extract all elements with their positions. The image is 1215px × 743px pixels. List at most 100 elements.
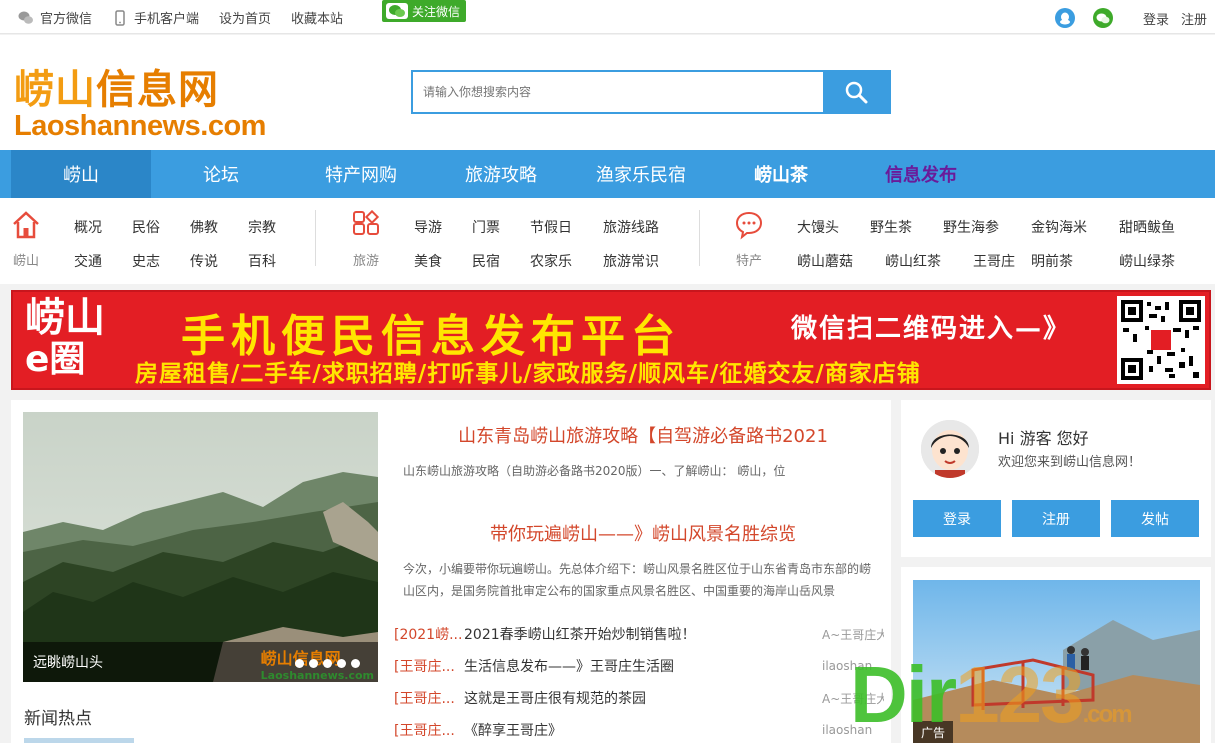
news-row[interactable]: [2021崂... 2021春季崂山红茶开始炒制销售啦！ A~王哥庄大 <box>394 618 884 650</box>
cat-link[interactable]: 史志 <box>132 251 190 271</box>
dir123-watermark: Dir123.com <box>850 650 1133 739</box>
slider-dots <box>295 659 360 668</box>
welcome-text: 欢迎您来到崂山信息网！ <box>998 455 1142 470</box>
chat-bubble-icon <box>735 211 763 240</box>
nav-homestay[interactable]: 渔家乐民宿 <box>571 150 711 198</box>
cat-link[interactable]: 百科 <box>248 251 306 271</box>
slider-dot[interactable] <box>323 659 332 668</box>
article-2: 带你玩遍崂山——》崂山风景名胜综览 今次，小编要带你玩遍崂山。先总体介绍下：崂山… <box>403 520 883 602</box>
cat-link[interactable]: 佛教 <box>190 217 248 237</box>
slider-dot[interactable] <box>295 659 304 668</box>
promo-banner[interactable]: 崂山 e圈 手机便民信息发布平台 房屋租售/二手车/求职招聘/打听事儿/家政服务… <box>11 290 1211 390</box>
nav-special-shop[interactable]: 特产网购 <box>291 150 431 198</box>
news-row[interactable]: [王哥庄... 《醉享王哥庄》 ilaoshan <box>394 714 884 743</box>
news-row[interactable]: [王哥庄... 这就是王哥庄很有规范的茶园 A~王哥庄大 <box>394 682 884 714</box>
cat-link[interactable]: 王哥庄 <box>973 251 1031 271</box>
top-register-link[interactable]: 注册 <box>1181 9 1207 28</box>
logo-en: Laoshannews.com <box>14 110 266 142</box>
article-1: 山东青岛崂山旅游攻略【自驾游必备路书2021 山东崂山旅游攻略（自助游必备路书2… <box>403 422 883 482</box>
cat-link[interactable]: 民俗 <box>132 217 190 237</box>
wechat-icon <box>386 3 408 19</box>
greeting: Hi 游客 您好 <box>998 429 1089 448</box>
news-author: A~王哥庄大 <box>822 627 884 642</box>
set-homepage-link[interactable]: 设为首页 <box>219 8 271 27</box>
mobile-client-label: 手机客户端 <box>134 12 200 27</box>
news-tag[interactable]: [王哥庄... <box>394 656 464 676</box>
article-title[interactable]: 带你玩遍崂山——》崂山风景名胜综览 <box>403 520 883 546</box>
photo-slider[interactable]: 远眺崂山头 崂山信息网 Laoshannews.com <box>23 412 378 682</box>
qr-code <box>1117 296 1205 384</box>
bookmark-link[interactable]: 收藏本站 <box>291 8 343 27</box>
main-content: 远眺崂山头 崂山信息网 Laoshannews.com 山东青岛崂山旅游攻略【自… <box>11 400 891 743</box>
cat-link[interactable]: 野生茶 <box>870 217 943 237</box>
news-title[interactable]: 生活信息发布——》王哥庄生活圈 <box>464 656 822 676</box>
search-input[interactable] <box>413 72 823 112</box>
cat-link[interactable]: 门票 <box>472 217 530 237</box>
category-special-icon-wrap[interactable]: 特产 <box>729 210 769 269</box>
logo-cn: 崂山信息网 <box>14 67 219 113</box>
news-title[interactable]: 这就是王哥庄很有规范的茶园 <box>464 688 822 708</box>
cat-link[interactable]: 导游 <box>414 217 472 237</box>
news-title[interactable]: 《醉享王哥庄》 <box>464 720 822 740</box>
divider <box>699 210 700 266</box>
user-panel: Hi 游客 您好 欢迎您来到崂山信息网！ 登录 注册 发帖 <box>901 400 1211 557</box>
top-login-link[interactable]: 登录 <box>1143 9 1169 28</box>
category-special-label: 特产 <box>735 254 762 269</box>
cat-link[interactable]: 民宿 <box>472 251 530 271</box>
site-logo[interactable]: 崂山信息网 Laoshannews.com <box>14 69 274 143</box>
official-wechat-link[interactable]: 官方微信 <box>18 8 92 27</box>
hot-news-heading: 新闻热点 <box>24 709 92 729</box>
wechat-login-icon[interactable] <box>1092 8 1113 28</box>
avatar <box>921 420 979 478</box>
cat-link[interactable]: 概况 <box>74 217 132 237</box>
article-title[interactable]: 山东青岛崂山旅游攻略【自驾游必备路书2021 <box>403 422 883 448</box>
cat-link[interactable]: 旅游常识 <box>603 251 673 271</box>
cat-link[interactable]: 农家乐 <box>530 251 603 271</box>
follow-wechat-label: 关注微信 <box>412 4 461 19</box>
news-list: [2021崂... 2021春季崂山红茶开始炒制销售啦！ A~王哥庄大 [王哥庄… <box>394 618 884 743</box>
cat-link[interactable]: 甜晒鲅鱼 <box>1119 217 1189 237</box>
post-button[interactable]: 发帖 <box>1111 500 1199 537</box>
banner-subtitle: 房屋租售/二手车/求职招聘/打听事儿/家政服务/顺风车/征婚交友/商家店铺 <box>135 361 921 387</box>
nav-post-info[interactable]: 信息发布 <box>851 150 991 198</box>
news-tag[interactable]: [2021崂... <box>394 624 464 644</box>
cat-link[interactable]: 传说 <box>190 251 248 271</box>
news-tag[interactable]: [王哥庄... <box>394 688 464 708</box>
cat-link[interactable]: 崂山绿茶 <box>1119 251 1189 271</box>
follow-wechat-button[interactable]: 关注微信 <box>382 0 466 22</box>
cat-link[interactable]: 崂山蘑菇 <box>797 251 885 271</box>
cat-link[interactable]: 崂山红茶 <box>885 251 973 271</box>
category-travel-label: 旅游 <box>352 254 379 269</box>
news-row[interactable]: [王哥庄... 生活信息发布——》王哥庄生活圈 ilaoshan <box>394 650 884 682</box>
cat-link[interactable]: 金钩海米 <box>1031 217 1119 237</box>
cat-link[interactable]: 美食 <box>414 251 472 271</box>
news-title[interactable]: 2021春季崂山红茶开始炒制销售啦！ <box>464 624 822 644</box>
cat-link[interactable]: 宗教 <box>248 217 306 237</box>
cat-link[interactable]: 节假日 <box>530 217 603 237</box>
qq-icon[interactable] <box>1054 8 1075 28</box>
cat-link[interactable]: 明前茶 <box>1031 251 1119 271</box>
nav-laoshan[interactable]: 崂山 <box>11 150 151 198</box>
news-tag[interactable]: [王哥庄... <box>394 720 464 740</box>
cat-link[interactable]: 交通 <box>74 251 132 271</box>
hot-news-thumb[interactable] <box>24 738 134 743</box>
slider-dot[interactable] <box>309 659 318 668</box>
nav-laoshan-tea[interactable]: 崂山茶 <box>711 150 851 198</box>
top-bar: 官方微信 手机客户端 设为首页 收藏本站 关注微信 登录 注册 <box>0 0 1215 34</box>
search-box <box>411 70 891 114</box>
slider-dot[interactable] <box>351 659 360 668</box>
register-button[interactable]: 注册 <box>1012 500 1100 537</box>
cat-link[interactable]: 大馒头 <box>797 217 870 237</box>
search-button[interactable] <box>823 72 889 112</box>
bookmark-label: 收藏本站 <box>291 12 344 27</box>
mobile-client-link[interactable]: 手机客户端 <box>112 8 199 27</box>
nav-travel-guide[interactable]: 旅游攻略 <box>431 150 571 198</box>
nav-forum[interactable]: 论坛 <box>151 150 291 198</box>
cat-link[interactable]: 野生海参 <box>943 217 1031 237</box>
slider-dot[interactable] <box>337 659 346 668</box>
cat-link[interactable]: 旅游线路 <box>603 217 673 237</box>
category-travel-icon-wrap[interactable]: 旅游 <box>346 209 386 269</box>
article-desc: 山东崂山旅游攻略（自助游必备路书2020版）一、了解崂山： 崂山，位 <box>403 464 786 478</box>
category-laoshan-icon-wrap[interactable]: 崂山 <box>6 210 46 269</box>
login-button[interactable]: 登录 <box>913 500 1001 537</box>
